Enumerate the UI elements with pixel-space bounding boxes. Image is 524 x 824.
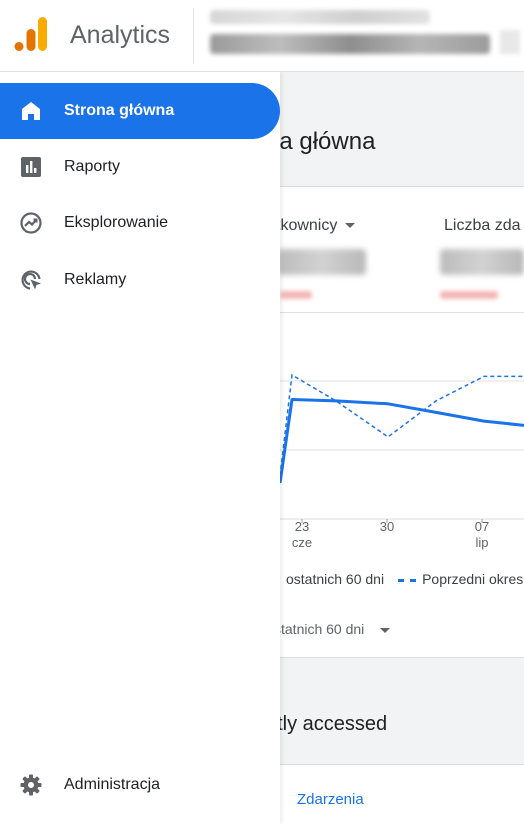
gear-icon	[20, 774, 42, 796]
metric-users-label: ytkownicy	[280, 217, 338, 234]
dashed-line-icon	[398, 578, 417, 582]
advertising-icon	[21, 270, 41, 290]
sidebar-item-label: Strona główna	[64, 102, 175, 119]
app-title: Analytics	[70, 21, 171, 49]
metric-users-value-redacted	[280, 249, 366, 275]
main-content: na główna ytkownicy Liczba zda 23cze 30 07…	[280, 72, 524, 824]
date-range-label: statnich 60 dni	[280, 621, 365, 637]
overview-card: ytkownicy Liczba zda 23cze 30 07lip ostatn…	[280, 186, 524, 658]
legend-previous-label: Poprzedni okres	[422, 571, 524, 587]
x-tick-label: 23	[295, 519, 309, 534]
sidebar-item-label: Eksplorowanie	[64, 214, 169, 231]
x-tick-label: 30	[380, 519, 394, 534]
x-tick-month-label: lip	[475, 535, 488, 550]
metric-users-selector[interactable]: ytkownicy	[280, 217, 356, 235]
chart-legend: ostatnich 60 dni Poprzedni okres	[286, 571, 523, 587]
metric-events-label[interactable]: Liczba zda	[444, 217, 521, 235]
sidebar-item-label: Administracja	[64, 776, 161, 793]
home-icon	[22, 102, 40, 120]
events-link[interactable]: Zdarzenia	[297, 791, 364, 808]
sidebar-item-admin[interactable]: Administracja	[0, 757, 280, 813]
sidebar-item-explore[interactable]: Eksplorowanie	[0, 195, 280, 251]
series-previous-line	[280, 373, 524, 476]
sidebar-item-advertising[interactable]: Reklamy	[0, 252, 280, 308]
header-divider	[193, 8, 194, 64]
navigation-drawer: Strona główna Raporty Eksplorowanie Rekl…	[0, 72, 280, 824]
page-title: na główna	[280, 128, 376, 155]
property-name-redacted[interactable]	[210, 34, 490, 54]
line-chart: 23cze 30 07lip	[280, 373, 524, 550]
analytics-logo-icon[interactable]	[14, 16, 48, 52]
date-range-selector[interactable]: statnich 60 dni	[280, 621, 391, 637]
sidebar-item-reports[interactable]: Raporty	[0, 139, 280, 195]
recently-accessed-title: ntly accessed	[280, 713, 388, 735]
sidebar-item-label: Raporty	[64, 158, 121, 175]
metric-users-change-redacted	[280, 291, 312, 299]
top-app-bar: Analytics	[0, 0, 524, 72]
metric-events-change-redacted	[440, 291, 498, 299]
sidebar-item-home[interactable]: Strona główna	[0, 83, 280, 139]
x-tick-month-label: cze	[292, 535, 312, 550]
sidebar-item-label: Reklamy	[64, 271, 127, 288]
account-picker-redacted[interactable]	[500, 30, 520, 54]
caret-down-icon	[345, 223, 356, 229]
legend-current-label: ostatnich 60 dni	[286, 571, 385, 587]
account-name-redacted[interactable]	[210, 10, 430, 24]
explore-icon	[20, 212, 42, 234]
recently-accessed-card: Zdarzenia	[280, 764, 524, 824]
caret-down-icon	[380, 627, 391, 633]
x-tick-label: 07	[475, 519, 489, 534]
bar-chart-icon	[21, 157, 41, 177]
series-current-line	[280, 398, 524, 484]
metric-events-value-redacted	[440, 249, 524, 275]
